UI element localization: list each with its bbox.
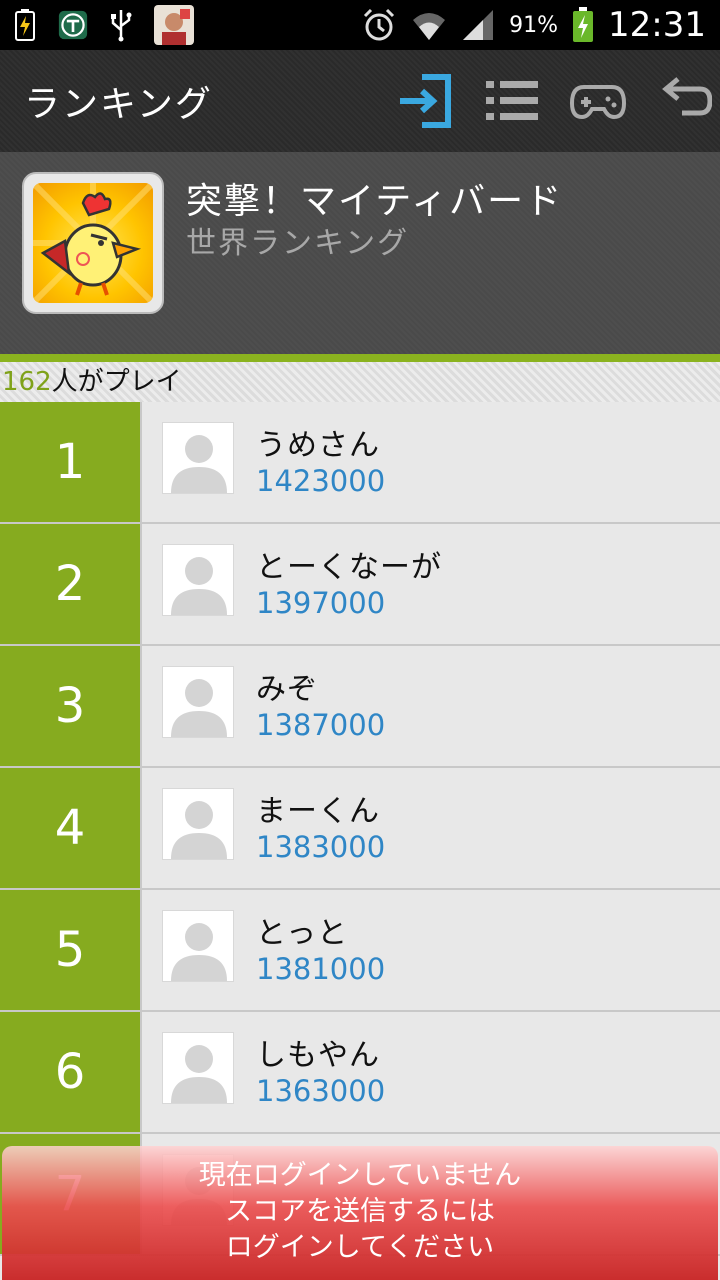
avatar bbox=[162, 422, 234, 494]
avatar bbox=[162, 544, 234, 616]
player-count: 162 bbox=[2, 367, 52, 397]
player-name: しもやん bbox=[256, 1038, 380, 1073]
rank-number: 4 bbox=[0, 768, 142, 888]
ranking-row[interactable]: 6 しもやん 1363000 bbox=[0, 1012, 720, 1134]
login-icon[interactable] bbox=[398, 73, 454, 129]
battery-icon bbox=[572, 7, 594, 42]
action-bar: ランキング bbox=[0, 50, 720, 152]
player-score: 1383000 bbox=[256, 830, 386, 864]
toast-line-3: ログインしてください bbox=[225, 1232, 495, 1263]
back-icon[interactable] bbox=[656, 73, 712, 129]
avatar bbox=[162, 1032, 234, 1104]
wifi-icon bbox=[411, 8, 447, 42]
login-toast[interactable]: 現在ログインしていません スコアを送信するには ログインしてください bbox=[2, 1146, 718, 1280]
player-name: みぞ bbox=[256, 672, 318, 707]
t-app-icon bbox=[58, 8, 88, 42]
rank-number: 6 bbox=[0, 1012, 142, 1132]
player-score: 1397000 bbox=[256, 586, 386, 620]
ranking-row[interactable]: 1 うめさん 1423000 bbox=[0, 402, 720, 524]
game-subtitle: 世界ランキング bbox=[186, 226, 410, 261]
toast-line-2: スコアを送信するには bbox=[225, 1196, 495, 1227]
game-title: 突撃！マイティバード bbox=[186, 181, 564, 222]
player-count-bar: 162人がプレイ bbox=[0, 362, 720, 402]
status-bar: 91% 12:31 bbox=[0, 0, 720, 50]
avatar bbox=[162, 788, 234, 860]
player-name: とーくなーが bbox=[256, 550, 442, 585]
player-score: 1381000 bbox=[256, 952, 386, 986]
charging-icon bbox=[10, 8, 40, 42]
signal-icon bbox=[461, 8, 495, 42]
rank-number: 5 bbox=[0, 890, 142, 1010]
ranking-row[interactable]: 3 みぞ 1387000 bbox=[0, 646, 720, 768]
player-score: 1363000 bbox=[256, 1074, 386, 1108]
player-score: 1423000 bbox=[256, 464, 386, 498]
list-icon[interactable] bbox=[484, 73, 540, 129]
rank-number: 2 bbox=[0, 524, 142, 644]
player-name: とっと bbox=[256, 916, 349, 951]
header-divider bbox=[0, 354, 720, 362]
player-name: うめさん bbox=[256, 428, 380, 463]
alarm-icon bbox=[361, 8, 397, 42]
page-title: ランキング bbox=[24, 84, 213, 125]
game-header: 突撃！マイティバード 世界ランキング bbox=[0, 152, 720, 354]
app-avatar-icon bbox=[154, 5, 194, 45]
ranking-row[interactable]: 2 とーくなーが 1397000 bbox=[0, 524, 720, 646]
clock: 12:31 bbox=[608, 5, 706, 45]
ranking-row[interactable]: 4 まーくん 1383000 bbox=[0, 768, 720, 890]
rank-number: 1 bbox=[0, 402, 142, 522]
rank-number: 3 bbox=[0, 646, 142, 766]
player-name: まーくん bbox=[256, 794, 380, 829]
game-icon bbox=[22, 172, 164, 314]
player-score: 1387000 bbox=[256, 708, 386, 742]
player-count-suffix: 人がプレイ bbox=[51, 367, 182, 397]
avatar bbox=[162, 910, 234, 982]
battery-percent: 91% bbox=[509, 12, 559, 38]
ranking-list: 1 うめさん 1423000 2 とーくなーが 1397000 3 みぞ 138… bbox=[0, 402, 720, 1256]
usb-icon bbox=[106, 8, 136, 42]
avatar bbox=[162, 666, 234, 738]
toast-line-1: 現在ログインしていません bbox=[198, 1160, 522, 1191]
gamepad-icon[interactable] bbox=[570, 73, 626, 129]
ranking-row[interactable]: 5 とっと 1381000 bbox=[0, 890, 720, 1012]
